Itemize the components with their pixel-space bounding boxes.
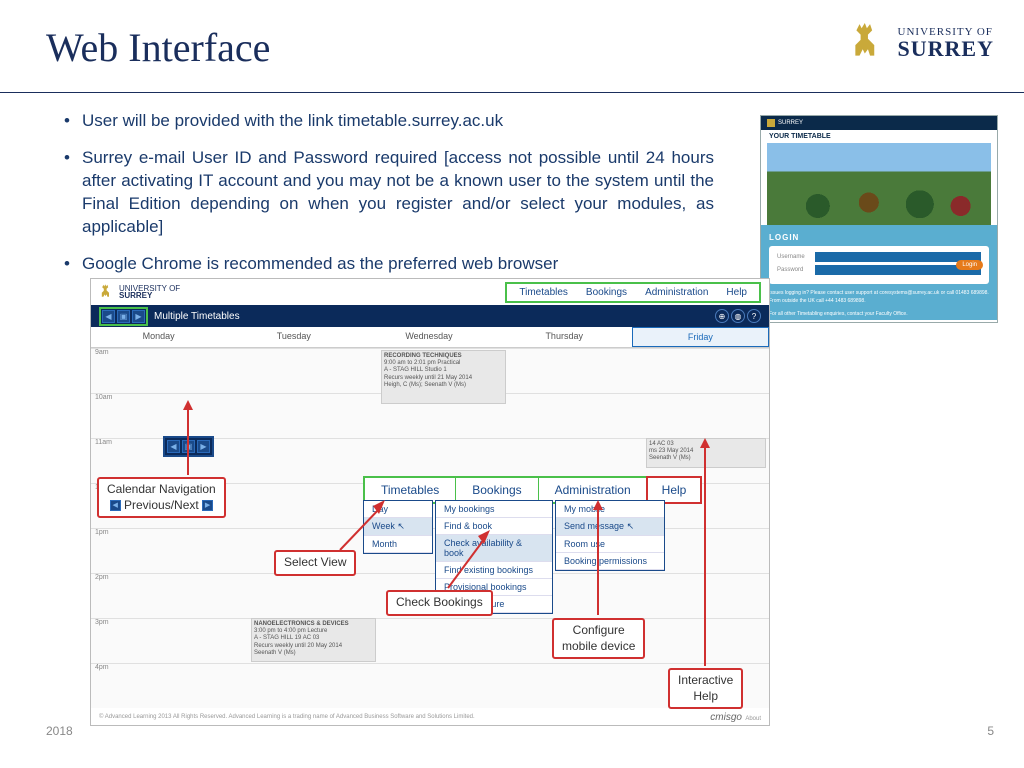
stag-icon	[848, 22, 890, 64]
event-title: RECORDING TECHNIQUES	[384, 353, 462, 359]
toolbar: ◀ ▣ ▶ Multiple Timetables ⊕ ◍ ?	[91, 305, 769, 327]
today-button[interactable]: ▣	[182, 440, 195, 453]
prev-icon: ◀	[110, 500, 121, 511]
logo-line2: SURREY	[898, 38, 994, 60]
next-button[interactable]: ▶	[132, 310, 145, 323]
callout-interactive-help: InteractiveHelp	[668, 668, 743, 709]
event-nano[interactable]: NANOELECTRONICS & DEVICES 3:00 pm to 4:0…	[251, 618, 376, 662]
dropdown-item[interactable]: Day	[364, 501, 432, 518]
day-headers: Monday Tuesday Wednesday Thursday Friday	[91, 327, 769, 348]
next-button[interactable]: ▶	[197, 440, 210, 453]
menu-bookings[interactable]: Bookings	[456, 478, 538, 502]
password-label: Password	[777, 267, 809, 273]
top-nav-highlight: Timetables Bookings Administration Help	[505, 282, 761, 303]
callout-calendar-nav: Calendar Navigation ◀ Previous/Next ▶	[97, 477, 226, 518]
dropdown-item[interactable]: My bookings	[436, 501, 552, 518]
login-label: LOGIN	[769, 233, 989, 242]
dropdown-item[interactable]: Check availability & book	[436, 535, 552, 562]
copyright: © Advanced Learning 2013 All Rights Rese…	[99, 714, 475, 720]
day-wednesday[interactable]: Wednesday	[361, 327, 496, 347]
menu-administration[interactable]: Administration	[539, 478, 648, 502]
bullet-item: User will be provided with the link time…	[64, 110, 714, 133]
toolbar-title: Multiple Timetables	[154, 311, 240, 322]
login-screenshot: SURREY YOUR TIMETABLE LOGIN Username Pas…	[760, 115, 998, 323]
day-monday[interactable]: Monday	[91, 327, 226, 347]
username-label: Username	[777, 254, 809, 260]
footer-year: 2018	[46, 724, 73, 738]
university-logo: UNIVERSITY OF SURREY	[848, 22, 994, 64]
login-help-text-2: For all other Timetabling enquiries, con…	[769, 311, 989, 319]
nav-administration[interactable]: Administration	[645, 287, 708, 298]
login-button[interactable]: Login	[956, 260, 983, 270]
callout-configure-mobile: Configuremobile device	[552, 618, 645, 659]
cursor-icon: ↖	[627, 521, 635, 531]
cursor-icon: ↖	[397, 521, 405, 531]
callout-select-view: Select View	[274, 550, 356, 576]
event-title: NANOELECTRONICS & DEVICES	[254, 621, 349, 627]
divider	[0, 92, 1024, 93]
app-logo: UNIVERSITY OFSURREY	[99, 284, 180, 300]
event-friday[interactable]: 14 AC 03 ms 23 May 2014 Seenath V (Ms)	[646, 438, 766, 468]
footer-page: 5	[987, 724, 994, 738]
calendar-nav-callout-target: ◀ ▣ ▶	[163, 436, 214, 457]
print-icon[interactable]: ⊕	[715, 309, 729, 323]
calendar-nav-buttons: ◀ ▣ ▶	[99, 307, 148, 326]
nav-bookings[interactable]: Bookings	[586, 287, 627, 298]
dropdown-admin: My mobile Send message ↖ Room use Bookin…	[555, 500, 665, 571]
day-thursday[interactable]: Thursday	[497, 327, 632, 347]
login-help-text: Issues logging in? Please contact user s…	[769, 290, 989, 305]
calendar-grid: 9am 10am 11am 12pm 1pm 2pm 3pm 4pm RECOR…	[91, 348, 769, 708]
dropdown-timetables: Day Week ↖ Month	[363, 500, 433, 554]
event-recording[interactable]: RECORDING TECHNIQUES 9:00 am to 2:01 pm …	[381, 350, 506, 404]
day-tuesday[interactable]: Tuesday	[226, 327, 361, 347]
callout-check-bookings: Check Bookings	[386, 590, 493, 616]
bullet-list: User will be provided with the link time…	[64, 110, 714, 290]
campus-image	[767, 143, 991, 225]
help-icon[interactable]: ?	[747, 309, 761, 323]
hour-label: 2pm	[91, 573, 769, 581]
app-footer: © Advanced Learning 2013 All Rights Rese…	[91, 709, 769, 725]
brand: cmisgo	[710, 712, 742, 723]
about-link[interactable]: About	[745, 716, 761, 722]
bullet-item: Google Chrome is recommended as the pref…	[64, 253, 714, 276]
event-details: 3:00 pm to 4:00 pm Lecture A - STAG HILL…	[254, 628, 342, 656]
dropdown-item[interactable]: My mobile	[556, 501, 664, 518]
mini-logo-text: SURREY	[778, 120, 803, 126]
menu-timetables[interactable]: Timetables	[365, 478, 456, 502]
app-logo-l2: SURREY	[119, 291, 152, 300]
settings-icon[interactable]: ◍	[731, 309, 745, 323]
dropdown-item[interactable]: Find existing bookings	[436, 562, 552, 579]
today-button[interactable]: ▣	[117, 310, 130, 323]
username-input[interactable]	[815, 252, 981, 262]
dropdown-item[interactable]: Find & book	[436, 518, 552, 535]
event-details: 14 AC 03 ms 23 May 2014 Seenath V (Ms)	[649, 441, 693, 461]
stag-icon	[99, 284, 115, 300]
event-details: 9:00 am to 2:01 pm Practical A - STAG HI…	[384, 360, 472, 388]
nav-help[interactable]: Help	[726, 287, 747, 298]
dropdown-item[interactable]: Week ↖	[364, 518, 432, 536]
hour-label: 3pm	[91, 618, 769, 626]
dropdown-item[interactable]: Room use	[556, 536, 664, 553]
prev-button[interactable]: ◀	[102, 310, 115, 323]
prev-button[interactable]: ◀	[167, 440, 180, 453]
login-header: YOUR TIMETABLE	[761, 130, 997, 143]
slide-title: Web Interface	[46, 24, 270, 71]
dropdown-item[interactable]: Month	[364, 536, 432, 553]
nav-timetables[interactable]: Timetables	[519, 287, 568, 298]
next-icon: ▶	[202, 500, 213, 511]
day-friday[interactable]: Friday	[632, 327, 769, 347]
dropdown-item[interactable]: Send message ↖	[556, 518, 664, 536]
dropdown-item[interactable]: Booking permissions	[556, 553, 664, 570]
bullet-item: Surrey e-mail User ID and Password requi…	[64, 147, 714, 239]
